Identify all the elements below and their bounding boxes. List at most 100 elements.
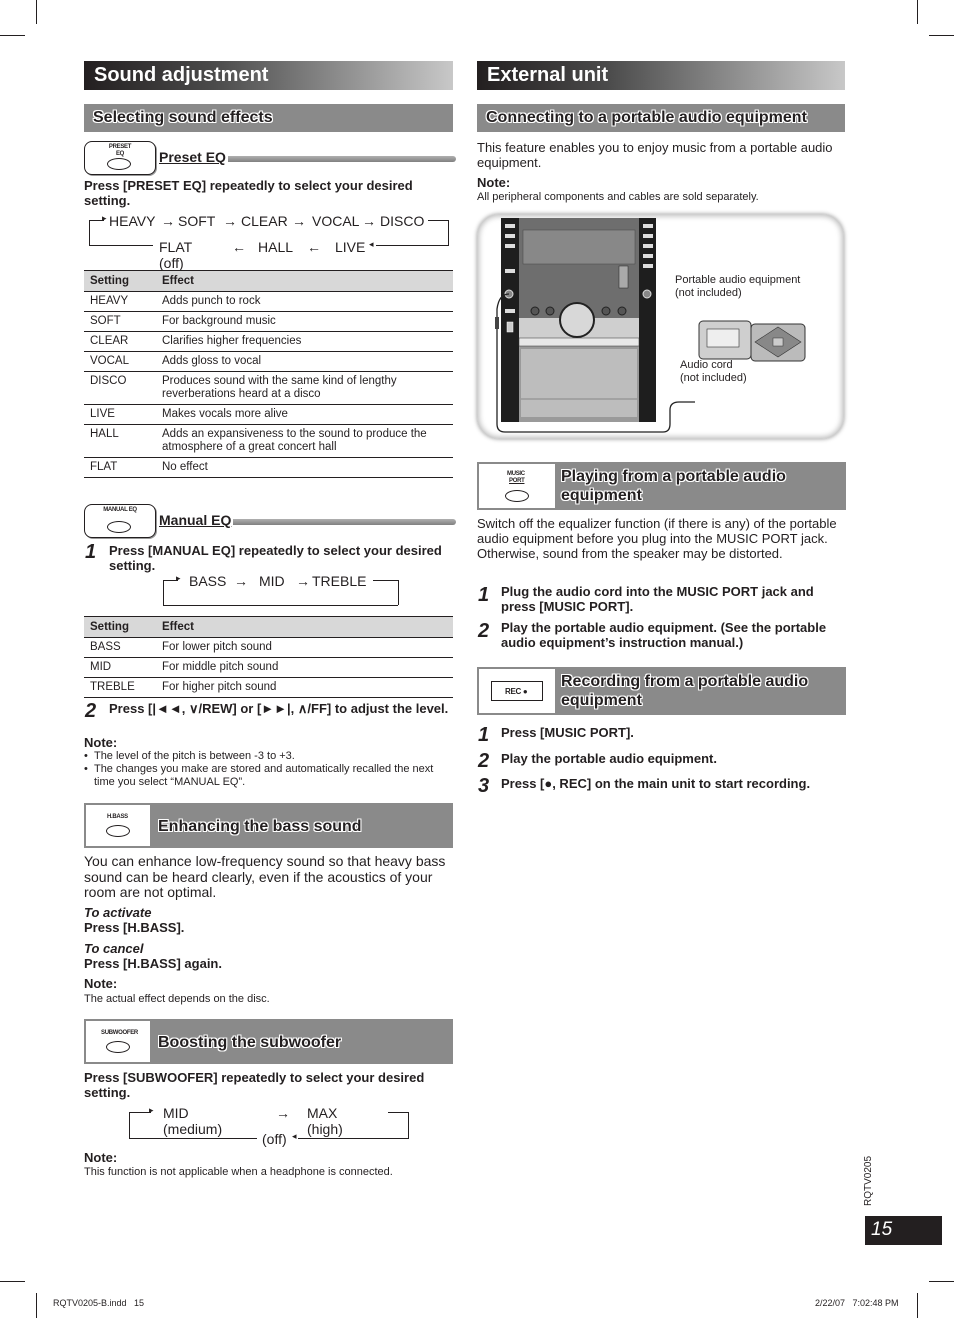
flow-item: HALL xyxy=(258,239,294,255)
music-port-button-icon: MUSIC PORT xyxy=(479,464,555,508)
effect-cell: Makes vocals more alive xyxy=(156,404,453,425)
footer-timestamp: 2/22/07 7:02:48 PM xyxy=(815,1298,899,1308)
subsection-playing: MUSIC PORT Playing from a portable audio… xyxy=(477,462,846,510)
effect-cell: Produces sound with the same kind of len… xyxy=(156,371,453,405)
button-glyph xyxy=(106,1041,130,1053)
effect-cell: For middle pitch sound xyxy=(156,657,453,678)
audio-cord-label: Audio cord (not included) xyxy=(680,359,747,385)
connecting-body: This feature enables you to enjoy music … xyxy=(477,140,833,170)
step-number: 3 xyxy=(478,775,490,797)
setting-cell: CLEAR xyxy=(84,331,156,352)
label-line: Portable audio equipment xyxy=(675,274,801,286)
crop-mark xyxy=(929,35,954,36)
flow-item: MAX (high) xyxy=(307,1105,343,1137)
column-header-setting: Setting xyxy=(84,616,156,638)
label-line: (not included) xyxy=(680,372,747,384)
recording-step-3: Press [●, REC] on the main unit to start… xyxy=(501,776,811,791)
flow-item: LIVE xyxy=(335,239,366,255)
subsection-boosting-subwoofer: SUBWOOFER Boosting the subwoofer xyxy=(84,1019,453,1064)
crop-mark xyxy=(929,1281,954,1282)
rec-button-label: REC ● xyxy=(505,687,528,696)
table-row: HEAVY Adds punch to rock xyxy=(84,291,453,312)
volume-knob xyxy=(559,302,595,338)
connecting-note: All peripheral components and cables are… xyxy=(477,191,759,203)
crop-mark xyxy=(0,35,25,36)
rec-button-icon: REC ● xyxy=(479,669,555,713)
arrow-icon: → xyxy=(234,573,248,589)
step-number: 2 xyxy=(85,700,97,722)
bass-note: The actual effect depends on the disc. xyxy=(84,993,270,1005)
crop-mark xyxy=(917,0,918,24)
note-item: • The changes you make are stored and au… xyxy=(84,763,434,788)
flow-line xyxy=(373,580,398,581)
note-list: • The level of the pitch is between -3 t… xyxy=(84,750,456,789)
section-title-external-unit: External unit xyxy=(477,61,845,90)
flow-line xyxy=(129,1138,257,1139)
setting-cell: DISCO xyxy=(84,371,156,405)
crop-mark xyxy=(0,1281,25,1282)
flow-item: MID xyxy=(259,573,285,589)
subsection-enhancing-bass: H.BASS Enhancing the bass sound xyxy=(84,803,453,848)
manual-eq-button-icon: MANUAL EQ xyxy=(84,504,156,538)
manual-eq-step1: Press [MANUAL EQ] repeatedly to select y… xyxy=(109,543,442,573)
setting-cell: BASS xyxy=(84,637,156,658)
flow-item: SOFT xyxy=(178,213,216,229)
subwoofer-button-label: SUBWOOFER xyxy=(101,1030,138,1036)
setting-cell: SOFT xyxy=(84,311,156,332)
crop-mark xyxy=(917,1293,918,1318)
column-header-setting: Setting xyxy=(84,270,156,292)
boosting-subwoofer-title: Boosting the subwoofer xyxy=(158,1034,342,1051)
playing-title: Playing from a portable audio equipment xyxy=(561,468,786,504)
arrow-icon: → xyxy=(362,213,376,229)
setting-cell: HEAVY xyxy=(84,291,156,312)
arrow-icon: → xyxy=(292,213,306,229)
flow-line xyxy=(129,1112,130,1138)
table-row: DISCO Produces sound with the same kind o… xyxy=(84,371,453,405)
manual-eq-title: Manual EQ xyxy=(159,512,234,528)
manual-eq-button-label: MANUAL EQ xyxy=(103,507,137,513)
step-number: 1 xyxy=(85,541,97,563)
setting-cell: FLAT xyxy=(84,457,156,478)
playing-step-2: Play the portable audio equipment. (See … xyxy=(501,620,827,650)
flow-item: CLEAR xyxy=(241,213,288,229)
flow-line xyxy=(428,220,448,221)
recording-step-1: Press [MUSIC PORT]. xyxy=(501,725,634,740)
arrow-icon: ▸ xyxy=(176,573,181,583)
subwoofer-instruction: Press [SUBWOOFER] repeatedly to select y… xyxy=(84,1070,425,1100)
to-activate-label: To activate xyxy=(84,905,152,920)
bass-body: You can enhance low-frequency sound so t… xyxy=(84,853,446,900)
flow-line xyxy=(89,245,153,246)
flow-line xyxy=(129,1112,151,1113)
note-label: Note: xyxy=(84,1150,118,1165)
button-glyph xyxy=(106,825,130,837)
table-row: LIVE Makes vocals more alive xyxy=(84,404,453,425)
table-row: TREBLE For higher pitch sound xyxy=(84,677,453,698)
flow-item: DISCO xyxy=(380,213,425,229)
rec-button-frame: REC ● xyxy=(491,681,543,701)
column-header-effect: Effect xyxy=(156,616,453,638)
playing-body: Switch off the equalizer function (if th… xyxy=(477,516,837,561)
table-row: MID For middle pitch sound xyxy=(84,657,453,678)
setting-cell: LIVE xyxy=(84,404,156,425)
table-header-row: Setting Effect xyxy=(84,270,453,292)
flow-line xyxy=(163,605,398,606)
page-number-box: 15 xyxy=(865,1216,942,1245)
effect-cell: Adds an expansiveness to the sound to pr… xyxy=(156,424,453,458)
recording-title: Recording from a portable audio equipmen… xyxy=(561,673,809,709)
note-item: • The level of the pitch is between -3 t… xyxy=(84,750,295,762)
preset-eq-button-icon: PRESET EQ xyxy=(84,141,156,175)
note-label: Note: xyxy=(477,175,511,190)
enhancing-bass-title: Enhancing the bass sound xyxy=(158,818,362,835)
stereo-system-illustration xyxy=(495,218,806,433)
button-glyph xyxy=(107,158,131,170)
flow-line xyxy=(388,1112,408,1113)
note-text: The changes you make are stored and auto… xyxy=(93,763,434,788)
arrow-icon: ▸ xyxy=(102,213,107,223)
preset-eq-table: Setting Effect HEAVY Adds punch to rock S… xyxy=(84,270,453,478)
button-glyph xyxy=(107,521,131,533)
setting-cell: VOCAL xyxy=(84,351,156,372)
arrow-icon: → xyxy=(276,1105,290,1121)
to-cancel-text: Press [H.BASS] again. xyxy=(84,956,222,971)
subsection-connecting: Connecting to a portable audio equipment xyxy=(477,104,845,132)
effect-cell: No effect xyxy=(156,457,453,478)
